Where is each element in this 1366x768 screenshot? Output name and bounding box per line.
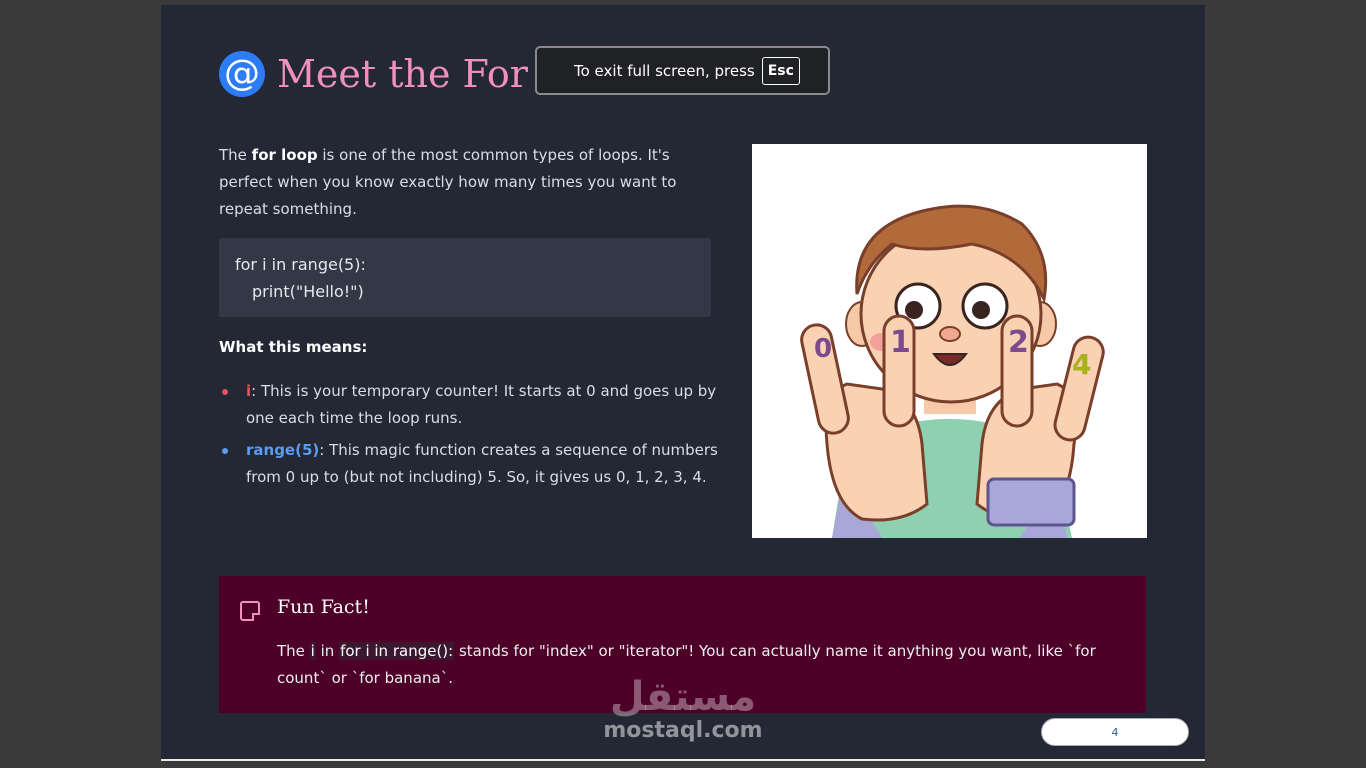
toast-message: To exit full screen, press [574, 61, 755, 80]
intro-before: The [219, 146, 252, 164]
code-line-1: for i in range(5): [235, 255, 366, 274]
fact-text-1: The [277, 642, 310, 660]
bullet-item: i: This is your temporary counter! It st… [219, 378, 719, 432]
watermark: مستقل mostaql.com [600, 676, 766, 743]
page-indicator[interactable]: 4 [1041, 718, 1189, 746]
sticky-note-icon [240, 601, 260, 621]
intro-bold: for loop [251, 146, 318, 164]
fun-fact-title: Fun Fact! [277, 596, 370, 618]
watermark-arabic: مستقل [609, 674, 757, 720]
intro-paragraph: The for loop is one of the most common t… [219, 142, 699, 223]
bullet-text: : This is your temporary counter! It sta… [246, 382, 717, 427]
means-heading: What this means: [219, 338, 368, 356]
svg-text:4: 4 [1072, 348, 1091, 381]
bullet-list: i: This is your temporary counter! It st… [219, 378, 719, 496]
svg-text:0: 0 [814, 334, 832, 364]
fact-code-2: for i in range(): [339, 642, 455, 660]
slide-bottom-line [161, 759, 1205, 761]
page-number: 4 [1111, 725, 1119, 739]
code-line-2: print("Hello!") [252, 282, 364, 301]
watermark-latin: mostaql.com [603, 718, 763, 743]
cyclone-icon: @ [219, 51, 265, 97]
fullscreen-exit-toast: To exit full screen, press Esc [535, 46, 830, 95]
slide: @ Meet the For Loop The for loop is one … [161, 5, 1205, 759]
code-block: for i in range(5): print("Hello!") [219, 238, 711, 317]
svg-text:1: 1 [890, 325, 911, 360]
bullet-key: range(5) [246, 441, 320, 459]
svg-text:2: 2 [1008, 325, 1029, 360]
esc-key-badge: Esc [761, 56, 800, 85]
bullet-dot [222, 448, 228, 454]
bullet-dot [222, 389, 228, 395]
bullet-item: range(5): This magic function creates a … [219, 437, 719, 491]
fact-text-2: in [315, 642, 340, 660]
boy-counting-fingers-illustration: 0 1 2 4 [752, 144, 1147, 538]
